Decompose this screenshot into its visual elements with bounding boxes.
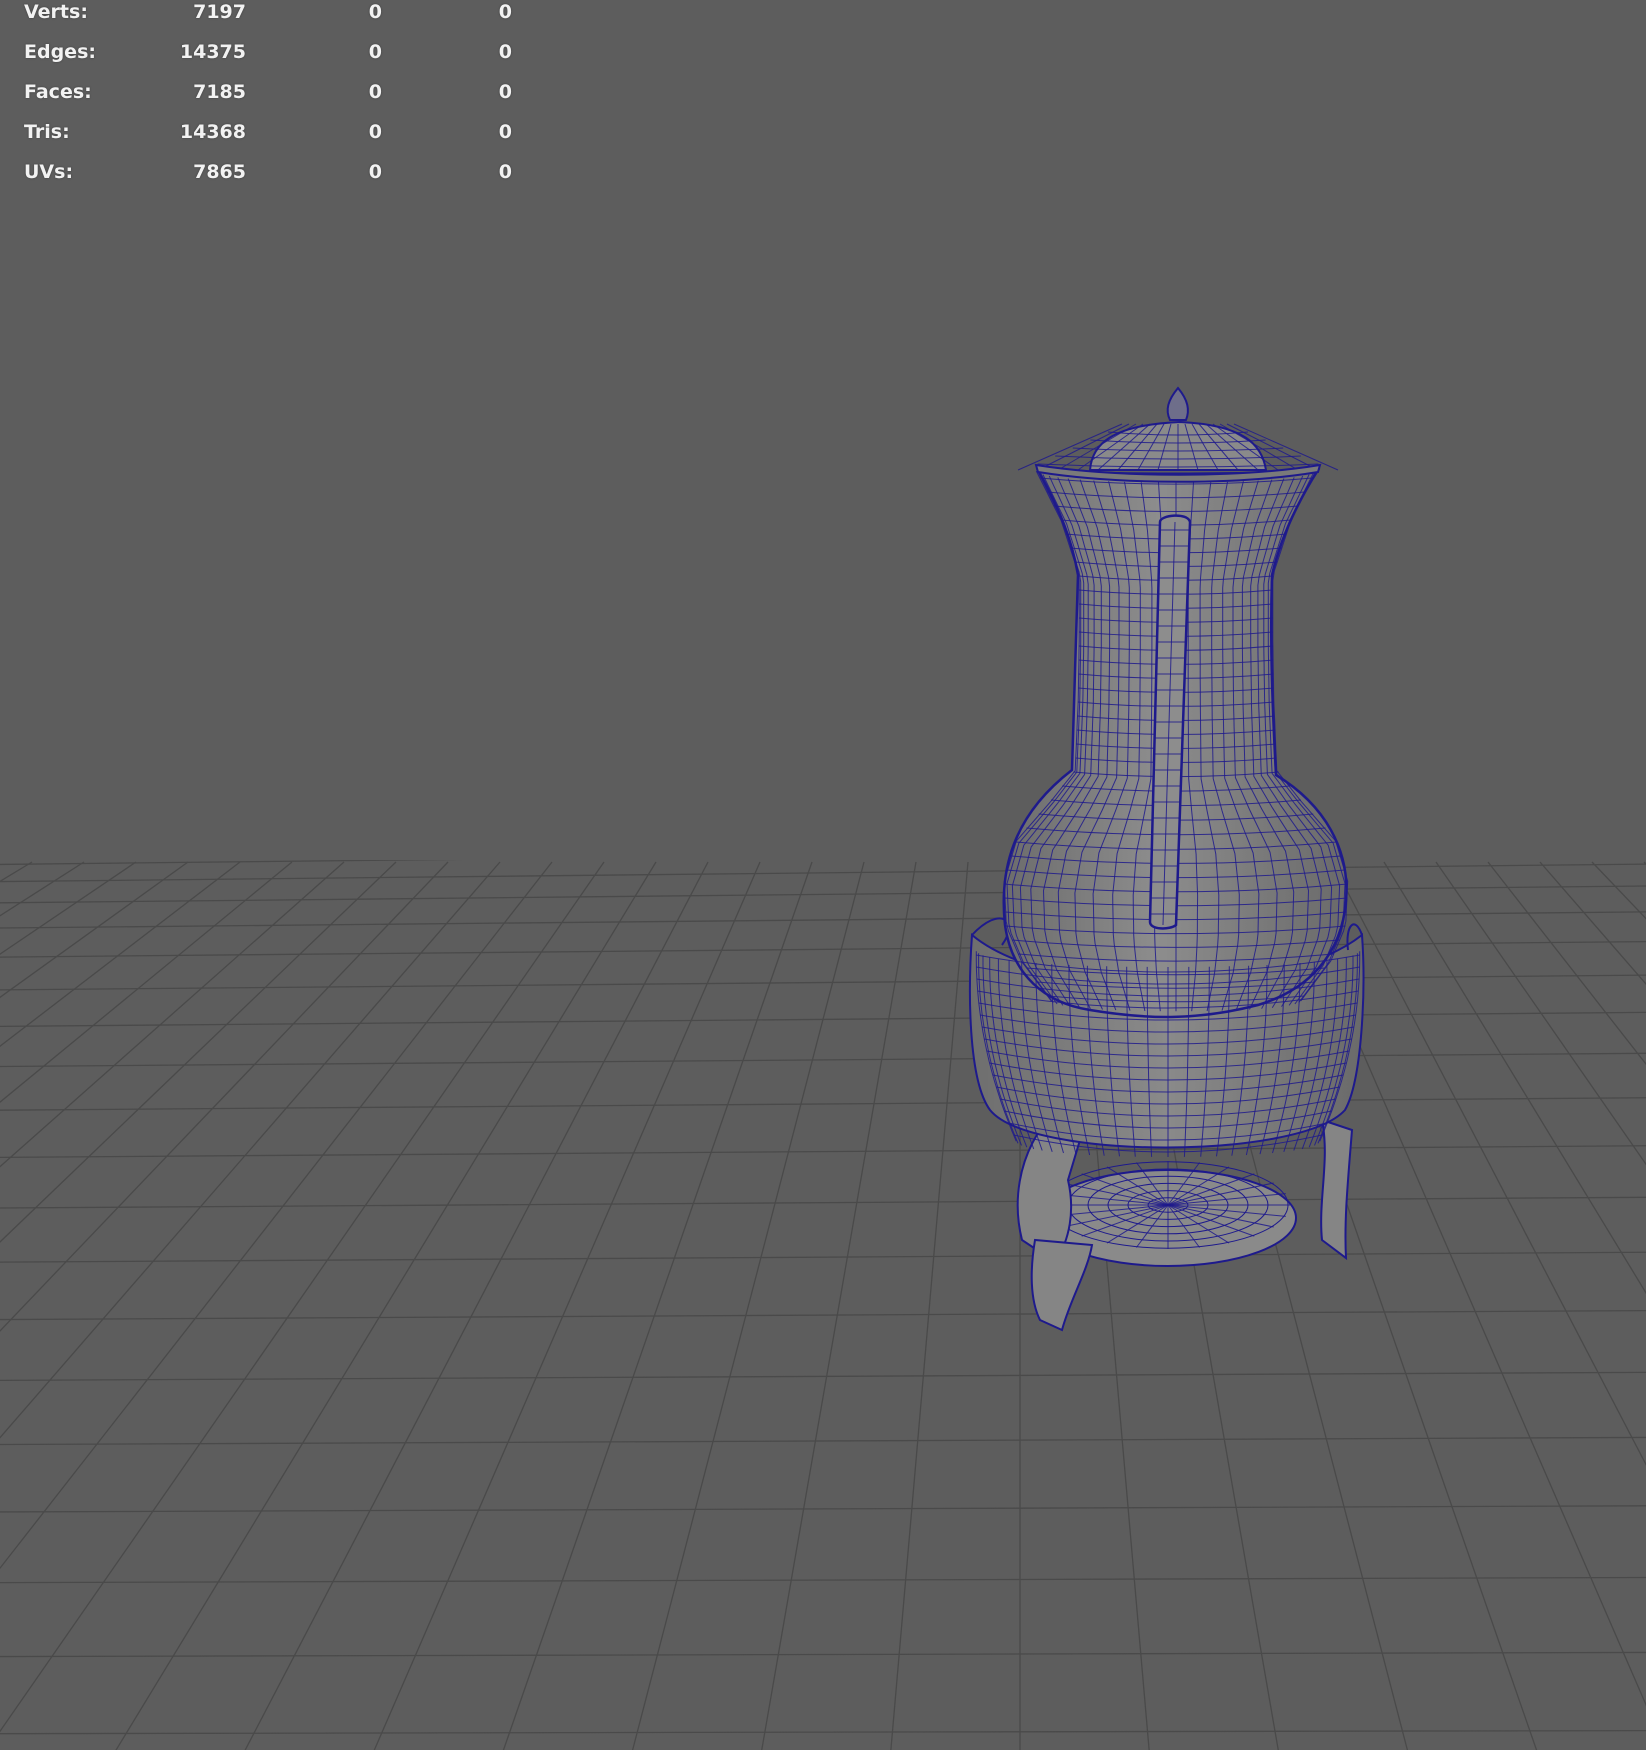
hud-row-components: 0 — [498, 41, 512, 63]
ground-grid — [0, 0, 1646, 1750]
3d-viewport[interactable]: Verts: 7197 0 0 Edges: 14375 0 0 Faces: 7185 0 0 Tri… — [0, 0, 1646, 1750]
hud-row-components: 0 — [498, 121, 512, 143]
viewport-scene[interactable] — [0, 0, 1646, 1750]
base-disc-wire — [1046, 1161, 1290, 1249]
stand-leg-right[interactable] — [1320, 1118, 1354, 1261]
hud-row-components: 0 — [498, 81, 512, 103]
stand-leg-front[interactable] — [1030, 1238, 1094, 1332]
hud-row-components: 0 — [498, 1, 512, 23]
hud-row-components: 0 — [498, 161, 512, 183]
